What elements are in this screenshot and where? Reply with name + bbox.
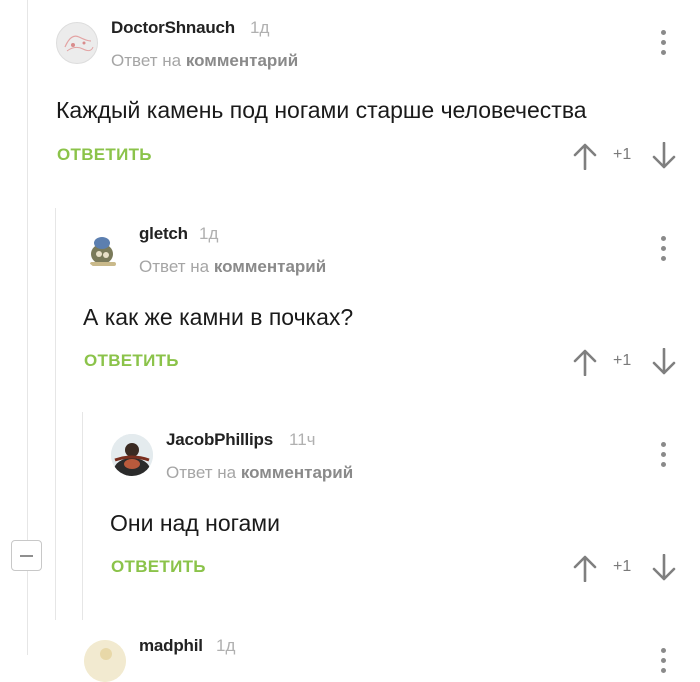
comment-rating: +1 — [613, 558, 632, 575]
comment-time: 11ч — [289, 430, 316, 449]
arrow-down-icon[interactable] — [652, 348, 676, 376]
comment-time: 1д — [199, 224, 219, 243]
avatar-madphil-image — [84, 640, 126, 682]
comment-author[interactable]: madphil — [139, 636, 203, 656]
reply-button[interactable]: ОТВЕТИТЬ — [111, 557, 206, 577]
more-options-icon[interactable] — [659, 648, 669, 674]
more-options-icon[interactable] — [659, 236, 669, 262]
reply-button[interactable]: ОТВЕТИТЬ — [57, 145, 152, 165]
reply-to-link[interactable]: комментарий — [186, 51, 298, 70]
comment-time: 1д — [216, 636, 236, 655]
avatar-jacobphillips-image — [111, 434, 153, 476]
comment-rating: +1 — [613, 146, 632, 163]
comment-rating: +1 — [613, 352, 632, 369]
more-options-icon[interactable] — [659, 30, 669, 56]
collapse-thread-button[interactable] — [11, 540, 42, 571]
thread-line-level-1-bottom — [27, 571, 28, 655]
arrow-up-icon[interactable] — [573, 142, 597, 170]
avatar[interactable] — [84, 640, 126, 682]
collapse-minus-icon — [20, 555, 33, 557]
arrow-down-icon[interactable] — [652, 142, 676, 170]
reply-to-link[interactable]: комментарий — [214, 257, 326, 276]
reply-to-prefix: Ответ на — [111, 51, 182, 70]
arrow-up-icon[interactable] — [573, 554, 597, 582]
comment-time: 1д — [250, 18, 270, 37]
avatar-gletch-image — [90, 237, 116, 266]
reply-to-link[interactable]: комментарий — [241, 463, 353, 482]
avatar[interactable] — [84, 228, 126, 270]
comment-author[interactable]: gletch — [139, 224, 188, 244]
reply-to-line: Ответ на комментарий — [166, 463, 353, 483]
comment-text: Они над ногами — [110, 510, 280, 536]
avatar-doctorshnauch-image — [64, 35, 94, 52]
reply-to-prefix: Ответ на — [166, 463, 237, 482]
comment-author[interactable]: DoctorShnauch — [111, 18, 235, 38]
avatar[interactable] — [56, 22, 98, 64]
reply-button[interactable]: ОТВЕТИТЬ — [84, 351, 179, 371]
reply-to-line: Ответ на комментарий — [111, 51, 298, 71]
avatar[interactable] — [111, 434, 153, 476]
arrow-up-icon[interactable] — [573, 348, 597, 376]
thread-line-level-3 — [82, 412, 83, 620]
reply-to-line: Ответ на комментарий — [139, 257, 326, 277]
comment-author[interactable]: JacobPhillips — [166, 430, 273, 450]
thread-line-level-2 — [55, 208, 56, 620]
arrow-down-icon[interactable] — [652, 554, 676, 582]
comment-text: А как же камни в почках? — [83, 304, 354, 330]
comment-text: Каждый камень под ногами старше человече… — [56, 97, 587, 123]
reply-to-prefix: Ответ на — [139, 257, 210, 276]
more-options-icon[interactable] — [659, 442, 669, 468]
thread-line-level-1 — [27, 0, 28, 540]
